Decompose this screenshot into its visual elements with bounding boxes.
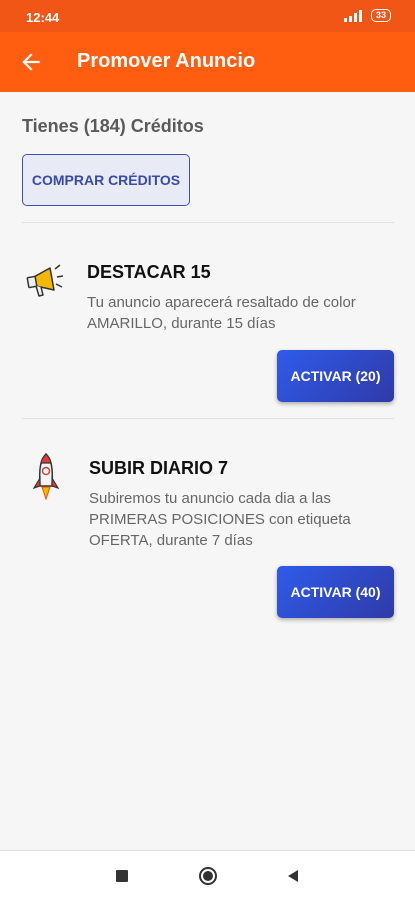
- recent-apps-button[interactable]: [111, 865, 133, 887]
- rocket-icon: [32, 452, 60, 501]
- promotion-title: SUBIR DIARIO 7: [89, 458, 229, 478]
- activate-subir-button[interactable]: ACTIVAR (40): [277, 566, 394, 618]
- back-triangle-icon: [288, 870, 298, 882]
- signal-icon: [343, 9, 362, 22]
- page-title: Promover Anuncio: [77, 50, 256, 72]
- buy-credits-button[interactable]: COMPRAR CRÉDITOS: [22, 154, 190, 206]
- status-bar: 12:44 33: [0, 0, 415, 32]
- promotion-title: DESTACAR 15: [87, 262, 211, 282]
- system-nav-bar: [0, 850, 415, 900]
- promotion-description: Tu anuncio aparecerá resaltado de color …: [87, 294, 356, 332]
- home-button[interactable]: [197, 865, 219, 887]
- app-bar: Promover Anuncio: [0, 32, 415, 92]
- status-time: 12:44: [26, 10, 60, 25]
- back-button[interactable]: [282, 865, 304, 887]
- promotion-description: Subiremos tu anuncio cada dia a las PRIM…: [89, 490, 351, 549]
- back-arrow-icon[interactable]: [18, 49, 44, 75]
- credits-balance: Tienes (184) Créditos: [22, 116, 204, 136]
- divider: [22, 418, 394, 419]
- megaphone-icon: [26, 264, 64, 297]
- activate-destacar-button[interactable]: ACTIVAR (20): [277, 350, 394, 402]
- battery-icon: 33: [370, 9, 391, 22]
- status-icons: 33: [343, 9, 391, 22]
- divider: [22, 222, 394, 223]
- square-icon: [116, 870, 128, 882]
- home-circle-icon: [199, 867, 217, 885]
